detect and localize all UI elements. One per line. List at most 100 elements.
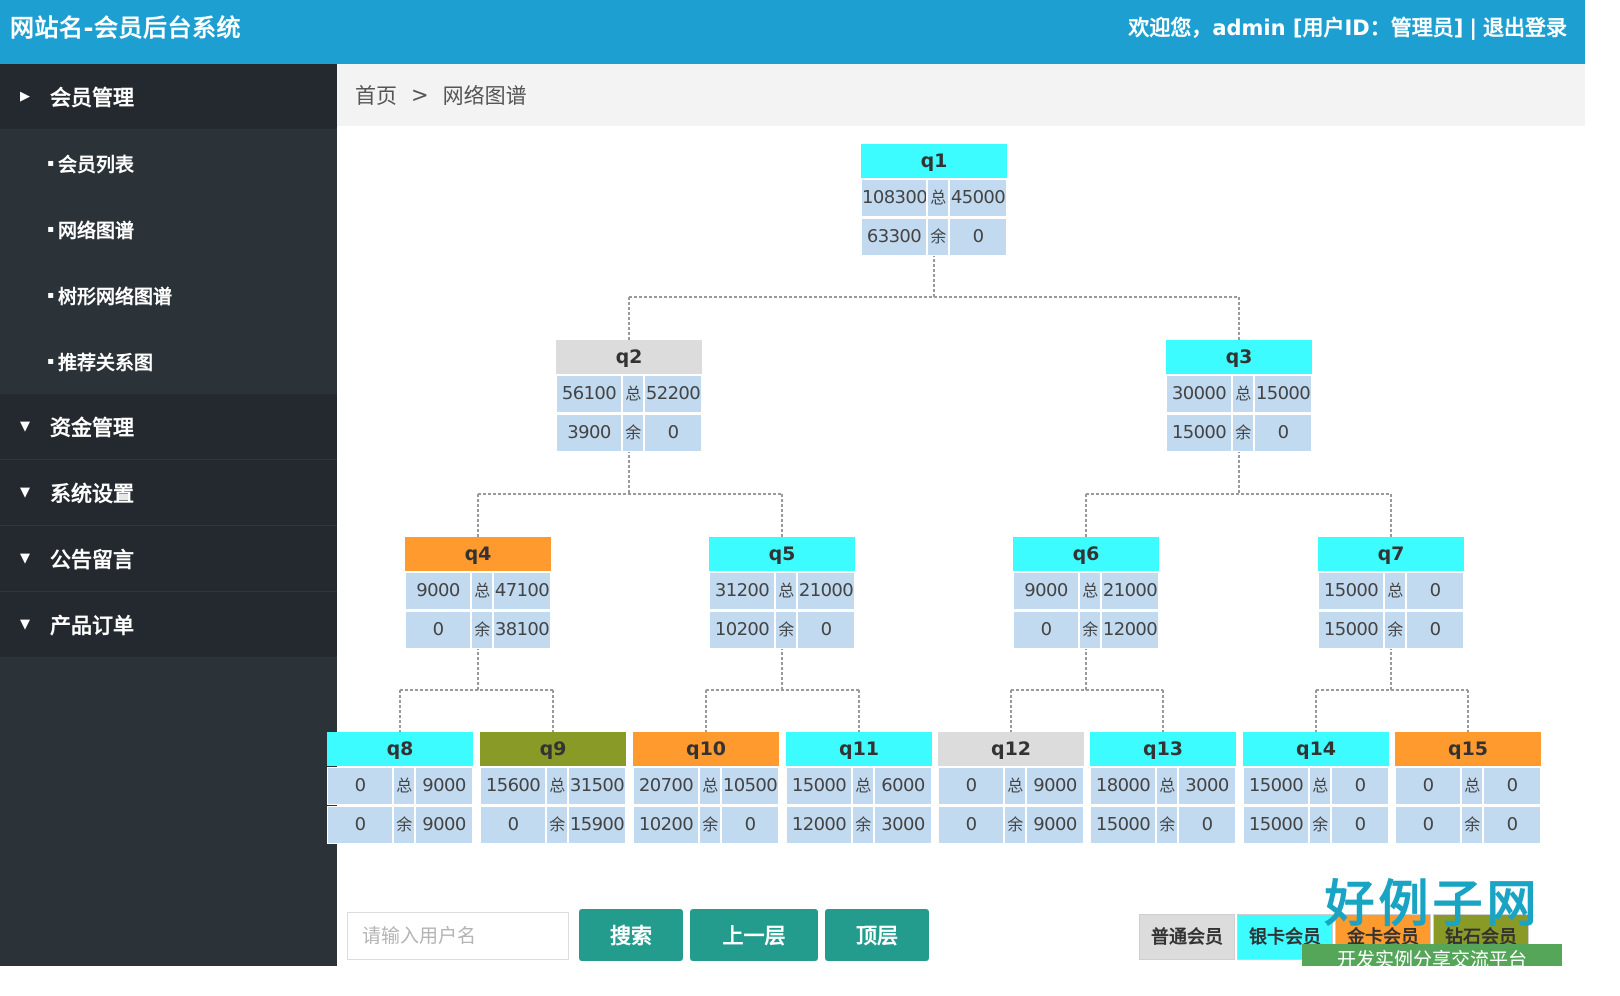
member-node[interactable]: q1 108300 总 45000 63300 余 0 — [861, 144, 1007, 256]
member-node[interactable]: q3 30000 总 15000 15000 余 0 — [1166, 340, 1312, 452]
member-node[interactable]: q8 0 总 9000 0 余 9000 — [327, 732, 473, 844]
member-node-id[interactable]: q7 — [1318, 537, 1464, 571]
right-total-value: 0 — [1483, 767, 1541, 805]
member-node[interactable]: q10 20700 总 10500 10200 余 0 — [633, 732, 779, 844]
total-label: 总 — [699, 767, 721, 805]
left-remain-value: 15000 — [1318, 611, 1384, 649]
sidebar-item-label: 网络图谱 — [58, 219, 135, 242]
left-total-value: 20700 — [633, 767, 699, 805]
right-total-value: 9000 — [1026, 767, 1084, 805]
right-remain-value: 38100 — [493, 611, 551, 649]
sidebar-item-member-list[interactable]: ▪ 会员列表 — [0, 130, 337, 196]
total-label: 总 — [1461, 767, 1483, 805]
sidebar-item-network-graph[interactable]: ▪ 网络图谱 — [0, 196, 337, 262]
tree-connector-0 — [628, 254, 1240, 340]
member-node-id[interactable]: q15 — [1395, 732, 1541, 766]
member-node[interactable]: q7 15000 总 0 15000 余 0 — [1318, 537, 1464, 649]
member-node-id[interactable]: q4 — [405, 537, 551, 571]
member-node-id[interactable]: q8 — [327, 732, 473, 766]
member-node[interactable]: q15 0 总 0 0 余 0 — [1395, 732, 1541, 844]
right-remain-value: 3000 — [874, 806, 932, 844]
member-node[interactable]: q5 31200 总 21000 10200 余 0 — [709, 537, 855, 649]
member-node-id[interactable]: q14 — [1243, 732, 1389, 766]
sidebar-group-finance[interactable]: ▼ 资金管理 — [0, 394, 337, 460]
member-node-id[interactable]: q6 — [1013, 537, 1159, 571]
member-node-id[interactable]: q1 — [861, 144, 1007, 178]
sidebar-group-announcements[interactable]: ▼ 公告留言 — [0, 526, 337, 592]
up-level-button[interactable]: 上一层 — [690, 909, 818, 961]
member-node[interactable]: q12 0 总 9000 0 余 9000 — [938, 732, 1084, 844]
right-total-value: 9000 — [415, 767, 473, 805]
member-node-row-total: 9000 总 21000 — [1013, 572, 1159, 610]
right-total-value: 3000 — [1178, 767, 1236, 805]
member-node[interactable]: q2 56100 总 52200 3900 余 0 — [556, 340, 702, 452]
left-total-value: 108300 — [861, 179, 927, 217]
member-node[interactable]: q6 9000 总 21000 0 余 12000 — [1013, 537, 1159, 649]
right-remain-value: 12000 — [1101, 611, 1159, 649]
member-node-id[interactable]: q9 — [480, 732, 626, 766]
welcome-text: 欢迎您，admin [用户ID：管理员] — [1128, 16, 1464, 40]
member-node-id[interactable]: q12 — [938, 732, 1084, 766]
search-button[interactable]: 搜索 — [579, 909, 683, 961]
bullet-icon: ▪ — [47, 223, 54, 235]
left-total-value: 15600 — [480, 767, 546, 805]
sidebar-item-tree-network-graph[interactable]: ▪ 树形网络图谱 — [0, 262, 337, 328]
member-node-row-remain: 10200 余 0 — [633, 806, 779, 844]
logout-link[interactable]: 退出登录 — [1483, 12, 1567, 44]
tree-connector-6 — [1315, 647, 1469, 732]
member-node-id[interactable]: q10 — [633, 732, 779, 766]
top-level-button[interactable]: 顶层 — [825, 909, 929, 961]
sidebar-group-orders[interactable]: ▼ 产品订单 — [0, 592, 337, 658]
member-node[interactable]: q4 9000 总 47100 0 余 38100 — [405, 537, 551, 649]
user-info: 欢迎您，admin [用户ID：管理员] | 退出登录 — [1128, 12, 1567, 44]
member-node[interactable]: q11 15000 总 6000 12000 余 3000 — [786, 732, 932, 844]
member-node-row-remain: 15000 余 0 — [1243, 806, 1389, 844]
member-node-id[interactable]: q13 — [1090, 732, 1236, 766]
legend-silver: 银卡会员 — [1237, 914, 1333, 960]
right-total-value: 45000 — [949, 179, 1007, 217]
sidebar-group-settings[interactable]: ▼ 系统设置 — [0, 460, 337, 526]
remain-label: 余 — [1079, 611, 1101, 649]
top-header: 网站名-会员后台系统 欢迎您，admin [用户ID：管理员] | 退出登录 — [0, 0, 1585, 64]
member-node-id[interactable]: q2 — [556, 340, 702, 374]
member-node-row-remain: 15000 余 0 — [1318, 611, 1464, 649]
total-label: 总 — [1232, 375, 1254, 413]
caret-right-icon: ▶ — [20, 89, 30, 104]
member-node-row-total: 31200 总 21000 — [709, 572, 855, 610]
member-node[interactable]: q9 15600 总 31500 0 余 15900 — [480, 732, 626, 844]
sidebar-item-referral-graph[interactable]: ▪ 推荐关系图 — [0, 328, 337, 394]
right-total-value: 6000 — [874, 767, 932, 805]
left-remain-value: 15000 — [1166, 414, 1232, 452]
sidebar-item-label: 会员列表 — [58, 153, 135, 176]
caret-down-icon: ▼ — [20, 617, 30, 632]
sidebar-group-members[interactable]: ▶ 会员管理 — [0, 64, 337, 130]
caret-down-icon: ▼ — [20, 485, 30, 500]
sidebar-group-label: 资金管理 — [50, 415, 134, 440]
left-total-value: 18000 — [1090, 767, 1156, 805]
total-label: 总 — [471, 572, 493, 610]
app-root: 网站名-会员后台系统 欢迎您，admin [用户ID：管理员] | 退出登录 ▶… — [0, 0, 1620, 996]
main-content: 首页 > 网络图谱 q1 108300 总 45000 63300 余 0 q2 56100 总 5… — [327, 64, 1585, 966]
tree-connector-2 — [1085, 450, 1392, 537]
member-node-row-remain: 15000 余 0 — [1166, 414, 1312, 452]
member-node-row-total: 108300 总 45000 — [861, 179, 1007, 217]
member-node-id[interactable]: q5 — [709, 537, 855, 571]
member-node-row-remain: 0 余 9000 — [327, 806, 473, 844]
left-total-value: 0 — [327, 767, 393, 805]
caret-down-icon: ▼ — [20, 551, 30, 566]
member-node-row-remain: 63300 余 0 — [861, 218, 1007, 256]
left-remain-value: 0 — [938, 806, 1004, 844]
remain-label: 余 — [775, 611, 797, 649]
total-label: 总 — [1156, 767, 1178, 805]
member-node[interactable]: q14 15000 总 0 15000 余 0 — [1243, 732, 1389, 844]
member-node-id[interactable]: q11 — [786, 732, 932, 766]
member-node[interactable]: q13 18000 总 3000 15000 余 0 — [1090, 732, 1236, 844]
member-node-row-total: 30000 总 15000 — [1166, 375, 1312, 413]
right-total-value: 10500 — [721, 767, 779, 805]
total-label: 总 — [546, 767, 568, 805]
remain-label: 余 — [927, 218, 949, 256]
left-remain-value: 3900 — [556, 414, 622, 452]
search-input[interactable] — [347, 912, 569, 960]
sidebar-group-label: 系统设置 — [50, 481, 134, 506]
member-node-id[interactable]: q3 — [1166, 340, 1312, 374]
